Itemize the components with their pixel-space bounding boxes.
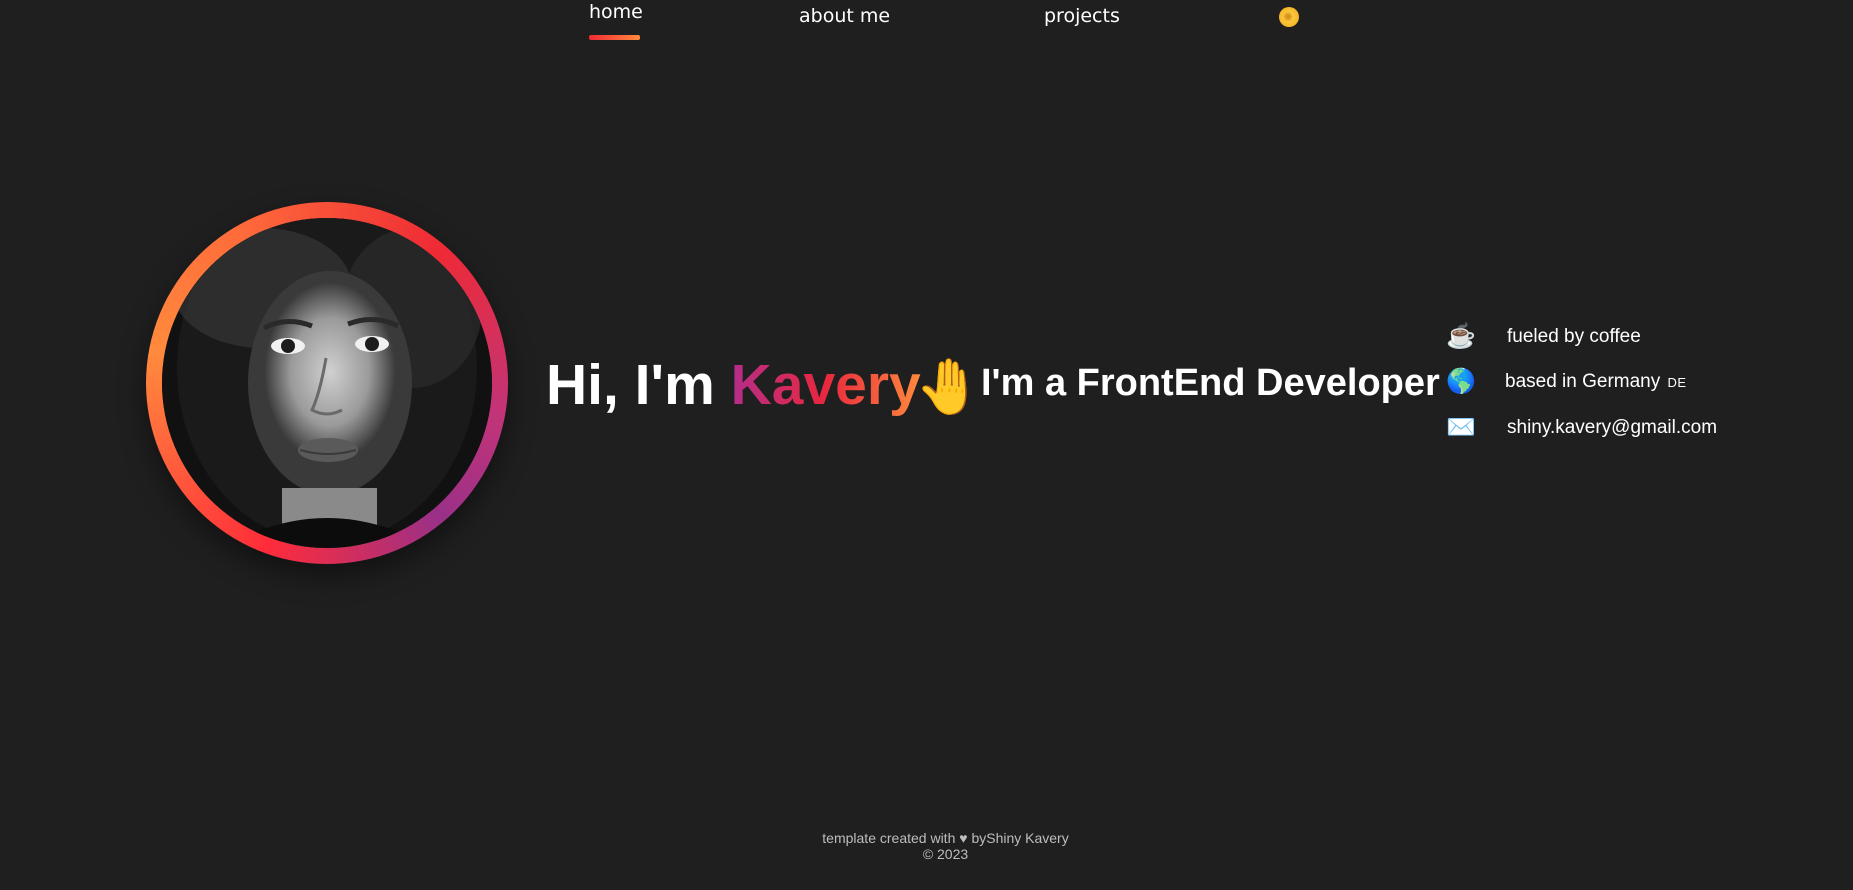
avatar <box>162 218 492 548</box>
footer-credit: template created with ♥ byShiny Kavery <box>822 830 1069 846</box>
email-link[interactable]: shiny.kavery@gmail.com <box>1507 417 1717 439</box>
nav-home-link[interactable]: home <box>589 1 643 23</box>
email-icon: ✉️ <box>1446 414 1476 441</box>
info-location-text: based in Germany DE <box>1505 370 1687 392</box>
globe-icon: 🌎 <box>1446 368 1476 395</box>
nav-about-link[interactable]: about me <box>799 5 890 27</box>
nav-active-underline <box>589 35 640 40</box>
info-item-location: 🌎 based in Germany DE <box>1446 367 1687 396</box>
info-item-email: ✉️ shiny.kavery@gmail.com <box>1446 413 1717 442</box>
waving-hand-icon: 🤚 <box>915 355 983 418</box>
page: home about me projects ✺ Hi, I'm Kavery … <box>0 0 1853 890</box>
greeting-text: Hi, I'm <box>546 353 731 417</box>
sun-icon: ✺ <box>1283 10 1294 24</box>
nav-projects-link[interactable]: projects <box>1044 5 1120 27</box>
footer-copyright: © 2023 <box>922 846 969 862</box>
hero-name: Kavery <box>730 353 921 417</box>
germany-flag: DE <box>1667 374 1687 390</box>
coffee-icon: ☕ <box>1446 323 1476 350</box>
avatar-ring <box>146 202 508 564</box>
footer: template created with ♥ byShiny Kavery ©… <box>0 830 1853 862</box>
profile-photo-icon <box>162 218 492 548</box>
hero-role: I'm a FrontEnd Developer <box>981 362 1440 404</box>
info-coffee-text: fueled by coffee <box>1507 325 1641 347</box>
info-item-coffee: ☕ fueled by coffee <box>1446 322 1641 351</box>
hero-greeting: Hi, I'm Kavery <box>546 350 921 420</box>
theme-toggle-sun-icon[interactable]: ✺ <box>1279 7 1299 27</box>
